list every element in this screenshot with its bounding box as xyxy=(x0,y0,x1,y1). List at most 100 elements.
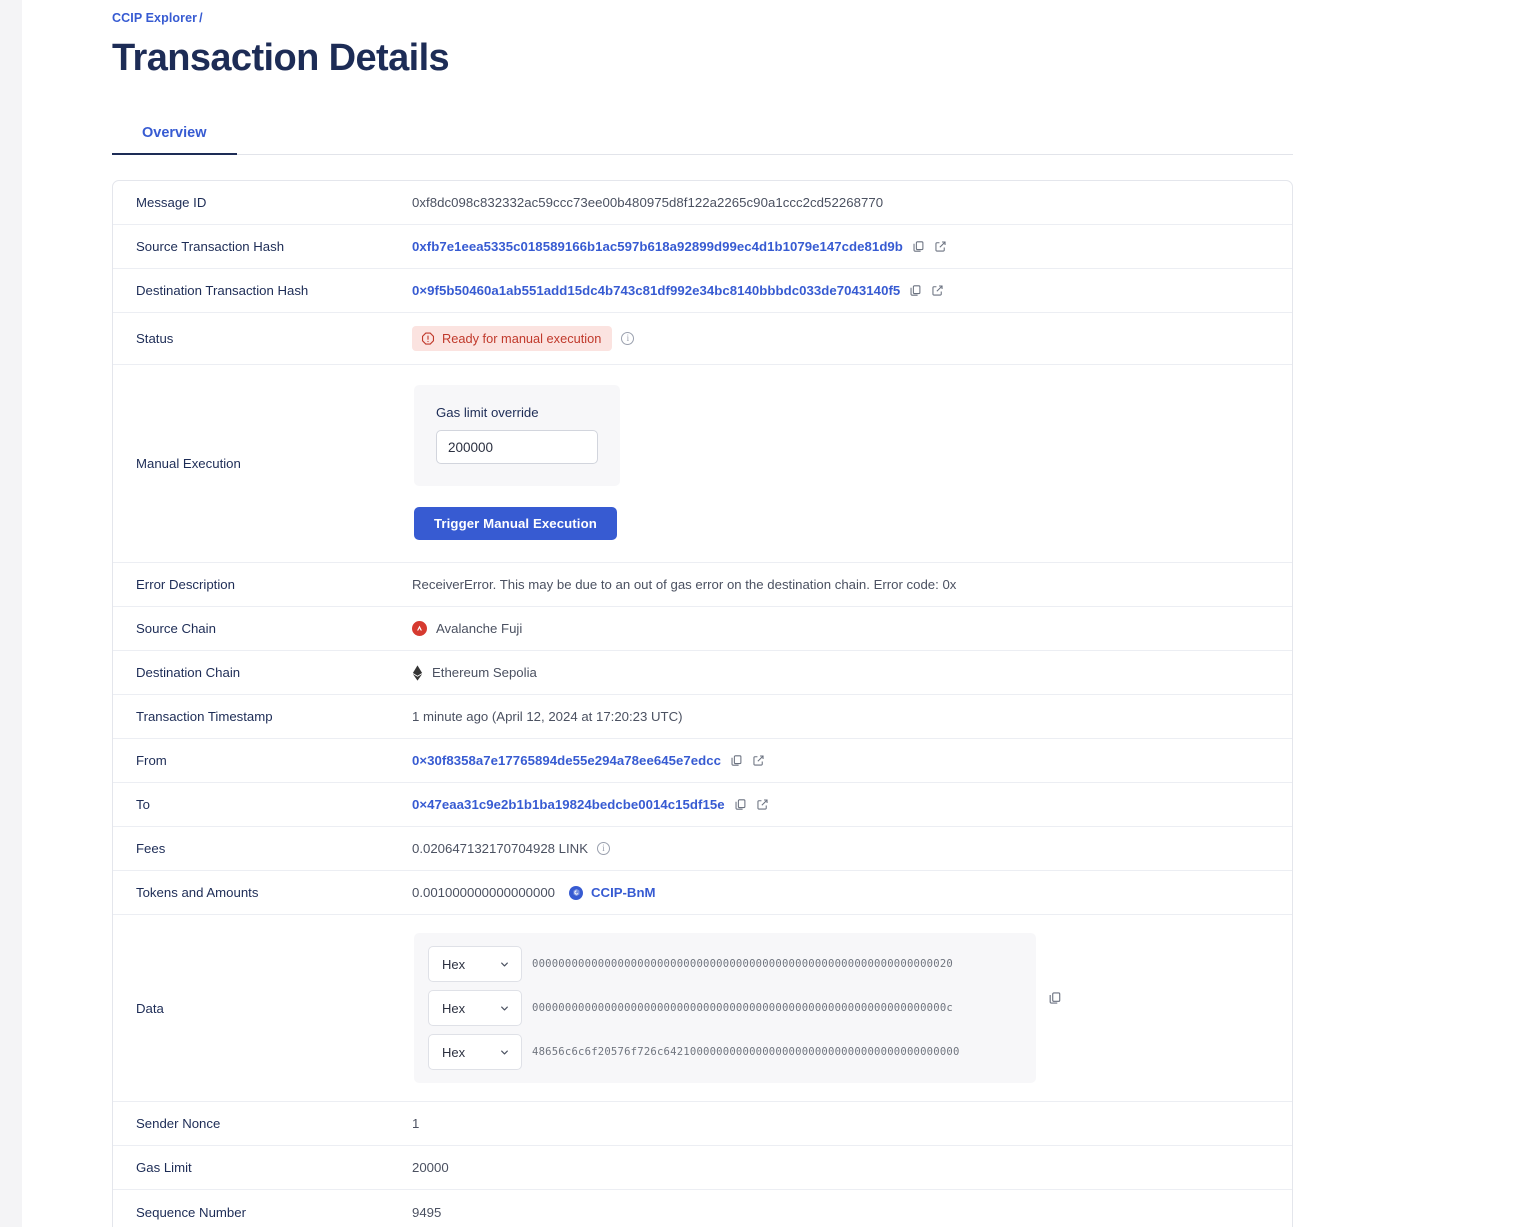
data-line: Hex 48656c6c6f20576f726c6421000000000000… xyxy=(428,1034,1022,1070)
data-format-select-2[interactable]: Hex xyxy=(428,1034,522,1070)
row-label: Source Transaction Hash xyxy=(113,226,410,267)
row-label: Sender Nonce xyxy=(113,1103,410,1144)
destination-transaction-hash-link[interactable]: 0×9f5b50460a1ab551add15dc4b743c81df992e3… xyxy=(412,283,900,298)
source-chain-label: Avalanche Fuji xyxy=(436,621,522,636)
table-row-destination-transaction-hash: Destination Transaction Hash 0×9f5b50460… xyxy=(113,269,1292,313)
table-row-sender-nonce: Sender Nonce 1 xyxy=(113,1102,1292,1146)
row-value: ReceiverError. This may be due to an out… xyxy=(410,564,1292,605)
row-label: Error Description xyxy=(113,564,410,605)
row-value: 1 minute ago (April 12, 2024 at 17:20:23… xyxy=(410,696,1292,737)
table-row-error-description: Error Description ReceiverError. This ma… xyxy=(113,563,1292,607)
row-label: Gas Limit xyxy=(113,1147,410,1188)
external-link-icon[interactable] xyxy=(756,798,769,811)
row-value: 0×47eaa31c9e2b1b1ba19824bedcbe0014c15df1… xyxy=(410,784,1292,825)
table-row-tokens-and-amounts: Tokens and Amounts 0.001000000000000000 … xyxy=(113,871,1292,915)
message-id-value: 0xf8dc098c832332ac59ccc73ee00b480975d8f1… xyxy=(412,195,883,210)
table-row-gas-limit: Gas Limit 20000 xyxy=(113,1146,1292,1190)
info-icon[interactable]: i xyxy=(597,842,610,855)
chevron-down-icon xyxy=(499,959,510,970)
source-chain-cell: Avalanche Fuji xyxy=(412,621,522,636)
copy-icon[interactable] xyxy=(912,240,925,253)
breadcrumb-separator: / xyxy=(199,11,203,25)
chevron-down-icon xyxy=(499,1047,510,1058)
copy-icon[interactable] xyxy=(909,284,922,297)
trigger-manual-execution-button[interactable]: Trigger Manual Execution xyxy=(414,507,617,540)
data-hex-value-1: 0000000000000000000000000000000000000000… xyxy=(532,1002,953,1014)
row-value: Avalanche Fuji xyxy=(410,608,1292,649)
gas-limit-override-input[interactable] xyxy=(436,430,598,464)
row-label: Status xyxy=(113,318,410,359)
row-label: To xyxy=(113,784,410,825)
warning-octagon-icon xyxy=(421,332,435,346)
status-badge-label: Ready for manual execution xyxy=(442,331,601,346)
transaction-details-page: CCIP Explorer/ Transaction Details Overv… xyxy=(0,0,1514,1227)
row-label: From xyxy=(113,740,410,781)
token-link[interactable]: CCIP-BnM xyxy=(591,885,655,900)
copy-icon[interactable] xyxy=(1048,991,1062,1008)
transaction-details-table: Message ID 0xf8dc098c832332ac59ccc73ee00… xyxy=(112,180,1293,1227)
data-format-select-label: Hex xyxy=(442,957,465,972)
breadcrumb: CCIP Explorer/ xyxy=(112,11,1514,25)
data-hex-value-2: 48656c6c6f20576f726c64210000000000000000… xyxy=(532,1046,960,1058)
avalanche-icon xyxy=(412,621,427,636)
manual-execution-panel: Gas limit override Trigger Manual Execut… xyxy=(412,365,620,562)
table-row-from: From 0×30f8358a7e17765894de55e294a78ee64… xyxy=(113,739,1292,783)
table-row-data: Data Hex 000000000000000 xyxy=(113,915,1292,1102)
gas-limit-override-panel: Gas limit override xyxy=(414,385,620,486)
left-rail xyxy=(0,0,22,1227)
row-value: 9495 xyxy=(410,1192,1292,1227)
chevron-down-icon xyxy=(499,1003,510,1014)
sender-nonce-value: 1 xyxy=(412,1116,419,1131)
row-value: 0×9f5b50460a1ab551add15dc4b743c81df992e3… xyxy=(410,270,1292,311)
copy-icon[interactable] xyxy=(730,754,743,767)
sequence-number-value: 9495 xyxy=(412,1205,441,1220)
token-amount: 0.001000000000000000 xyxy=(412,885,555,900)
row-value: 0.020647132170704928 LINK i xyxy=(410,828,1292,869)
data-hex-value-0: 0000000000000000000000000000000000000000… xyxy=(532,958,953,970)
data-format-select-label: Hex xyxy=(442,1001,465,1016)
tab-overview[interactable]: Overview xyxy=(112,117,237,154)
row-label: Data xyxy=(113,915,410,1101)
data-panel-wrapper: Hex 000000000000000000000000000000000000… xyxy=(412,915,1062,1101)
from-address-link[interactable]: 0×30f8358a7e17765894de55e294a78ee645e7ed… xyxy=(412,753,721,768)
row-label: Message ID xyxy=(113,182,410,223)
error-description-value: ReceiverError. This may be due to an out… xyxy=(412,577,956,592)
destination-chain-cell: Ethereum Sepolia xyxy=(412,665,537,681)
external-link-icon[interactable] xyxy=(931,284,944,297)
external-link-icon[interactable] xyxy=(752,754,765,767)
row-label: Transaction Timestamp xyxy=(113,696,410,737)
table-row-transaction-timestamp: Transaction Timestamp 1 minute ago (Apri… xyxy=(113,695,1292,739)
table-row-sequence-number: Sequence Number 9495 xyxy=(113,1190,1292,1227)
external-link-icon[interactable] xyxy=(934,240,947,253)
row-value: Hex 000000000000000000000000000000000000… xyxy=(410,915,1292,1101)
table-row-message-id: Message ID 0xf8dc098c832332ac59ccc73ee00… xyxy=(113,181,1292,225)
table-row-to: To 0×47eaa31c9e2b1b1ba19824bedcbe0014c15… xyxy=(113,783,1292,827)
breadcrumb-link-ccip-explorer[interactable]: CCIP Explorer xyxy=(112,11,197,25)
info-icon[interactable]: i xyxy=(621,332,634,345)
row-label: Fees xyxy=(113,828,410,869)
table-row-source-transaction-hash: Source Transaction Hash 0xfb7e1eea5335c0… xyxy=(113,225,1292,269)
row-value: 0xf8dc098c832332ac59ccc73ee00b480975d8f1… xyxy=(410,182,1292,223)
to-address-link[interactable]: 0×47eaa31c9e2b1b1ba19824bedcbe0014c15df1… xyxy=(412,797,725,812)
source-transaction-hash-link[interactable]: 0xfb7e1eea5335c018589166b1ac597b618a9289… xyxy=(412,239,903,254)
row-label: Sequence Number xyxy=(113,1192,410,1227)
transaction-timestamp-value: 1 minute ago (April 12, 2024 at 17:20:23… xyxy=(412,709,683,724)
data-format-select-0[interactable]: Hex xyxy=(428,946,522,982)
data-line: Hex 000000000000000000000000000000000000… xyxy=(428,990,1022,1026)
row-label: Tokens and Amounts xyxy=(113,872,410,913)
table-row-fees: Fees 0.020647132170704928 LINK i xyxy=(113,827,1292,871)
row-value: 1 xyxy=(410,1103,1292,1144)
row-label: Destination Chain xyxy=(113,652,410,693)
page-content: CCIP Explorer/ Transaction Details Overv… xyxy=(112,0,1514,1227)
gas-limit-override-label: Gas limit override xyxy=(436,405,598,420)
table-row-status: Status Ready for manual execution i xyxy=(113,313,1292,365)
row-value: 0×30f8358a7e17765894de55e294a78ee645e7ed… xyxy=(410,740,1292,781)
row-value: Gas limit override Trigger Manual Execut… xyxy=(410,365,1292,562)
table-row-manual-execution: Manual Execution Gas limit override Trig… xyxy=(113,365,1292,563)
data-format-select-1[interactable]: Hex xyxy=(428,990,522,1026)
copy-icon[interactable] xyxy=(734,798,747,811)
row-value: Ethereum Sepolia xyxy=(410,652,1292,694)
table-row-destination-chain: Destination Chain Ethereum Sepolia xyxy=(113,651,1292,695)
ccip-token-icon xyxy=(569,886,583,900)
row-label: Destination Transaction Hash xyxy=(113,270,410,311)
